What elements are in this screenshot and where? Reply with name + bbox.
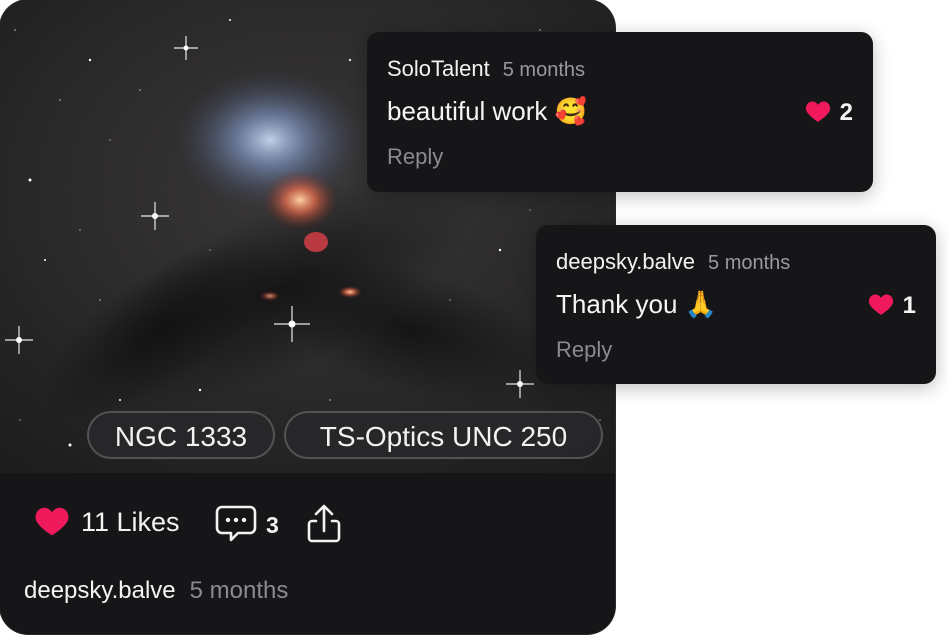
heart-icon	[804, 98, 832, 128]
comment-like-count: 1	[902, 292, 916, 319]
share-button[interactable]	[303, 503, 345, 550]
stage: NGC 1333 TS-Optics UNC 250 11 Likes 3 de…	[0, 0, 948, 635]
likes-label: 11 Likes	[81, 507, 180, 537]
post-time: 5 months	[189, 577, 289, 604]
comment-header: deepsky.balve 5 months	[556, 249, 790, 275]
post-author-line: deepsky.balve 5 months	[24, 577, 288, 605]
heart-icon	[867, 291, 895, 321]
heart-icon	[33, 503, 71, 542]
tag-object[interactable]: NGC 1333	[87, 411, 275, 459]
like-button[interactable]: 11 Likes	[33, 503, 180, 542]
comment-time: 5 months	[708, 252, 791, 274]
comment-header: SoloTalent 5 months	[387, 56, 585, 82]
share-icon	[303, 504, 345, 549]
comment-like-count: 2	[839, 99, 853, 126]
comment-text: Thank you 🙏	[556, 289, 718, 319]
post-actions: 11 Likes 3 deepsky.balve 5 months	[0, 473, 615, 634]
post-author[interactable]: deepsky.balve	[24, 577, 176, 605]
comment-author[interactable]: SoloTalent	[387, 56, 490, 82]
comment-author[interactable]: deepsky.balve	[556, 249, 695, 275]
comment-bubble-icon	[214, 503, 258, 548]
comment-text: beautiful work 🥰	[387, 96, 588, 126]
comment-card: deepsky.balve 5 months Thank you 🙏 1 Rep…	[536, 225, 936, 384]
comments-button[interactable]: 3	[214, 503, 279, 548]
comment-card: SoloTalent 5 months beautiful work 🥰 2 R…	[367, 32, 873, 192]
comment-like-button[interactable]: 1	[867, 291, 916, 321]
comment-time: 5 months	[502, 59, 586, 81]
tag-telescope[interactable]: TS-Optics UNC 250	[284, 411, 603, 459]
reply-button[interactable]: Reply	[556, 337, 612, 363]
comment-like-button[interactable]: 2	[804, 98, 853, 128]
comments-count: 3	[266, 512, 279, 538]
reply-button[interactable]: Reply	[387, 144, 443, 170]
